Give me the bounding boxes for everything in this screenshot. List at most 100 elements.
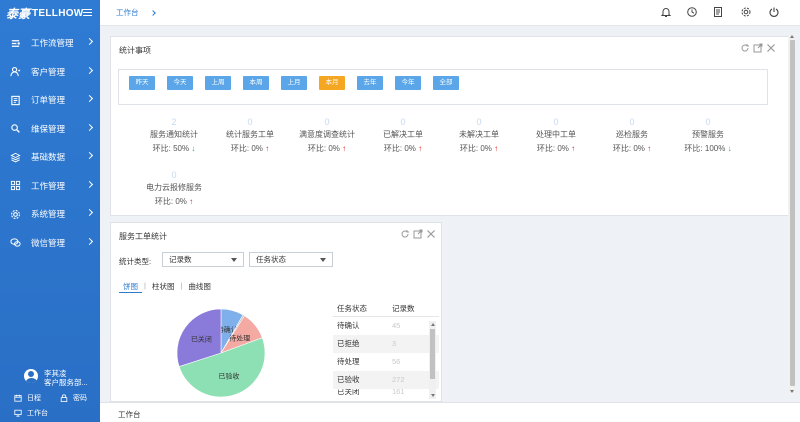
logo-en: TELLHOW <box>32 7 84 19</box>
footer-tab-workbench[interactable]: 工作台 <box>118 409 141 420</box>
external-link-icon[interactable] <box>753 43 763 53</box>
col-count: 记录数 <box>392 304 415 313</box>
filter-last-month[interactable]: 上月 <box>281 76 307 90</box>
stat-value: 0 <box>705 117 711 127</box>
stat-item[interactable]: 0 已解决工单 环比: 0% ↑ <box>363 117 443 154</box>
sidebar-item-maintenance[interactable]: 维保管理 <box>0 115 100 144</box>
stat-item[interactable]: 2 服务通知统计 环比: 50% ↓ <box>134 117 214 154</box>
chevron-right-icon <box>85 208 94 217</box>
scroll-down-icon[interactable] <box>790 390 794 393</box>
tab-bar[interactable]: 柱状图 <box>148 281 179 293</box>
table-header: 任务状态 记录数 <box>333 301 439 317</box>
filter-this-year[interactable]: 今年 <box>395 76 421 90</box>
stat-item[interactable]: 0 电力云报修服务 环比: 0% ↑ <box>134 170 214 207</box>
bell-icon[interactable] <box>660 6 672 18</box>
cell-count: 56 <box>392 357 401 366</box>
table-row[interactable]: 待处理 56 <box>333 353 439 371</box>
stat-ratio: 环比: 50% ↓ <box>134 143 214 154</box>
stat-item[interactable]: 0 统计服务工单 环比: 0% ↑ <box>210 117 290 154</box>
panel-tools <box>397 229 436 239</box>
table-scrollbar[interactable] <box>429 321 436 399</box>
dimension-select-value: 任务状态 <box>256 255 286 264</box>
stat-name: 满意度调查统计 <box>299 130 355 139</box>
filter-this-week[interactable]: 本周 <box>243 76 269 90</box>
close-icon[interactable] <box>766 43 776 53</box>
chevron-right-icon <box>85 94 94 103</box>
filter-yesterday[interactable]: 昨天 <box>129 76 155 90</box>
tab-line[interactable]: 曲线图 <box>184 281 215 293</box>
external-link-icon[interactable] <box>413 229 423 239</box>
pie-label: 已验收 <box>218 371 239 380</box>
breadcrumb-current[interactable]: 工作台 <box>116 7 139 18</box>
filter-this-month[interactable]: 本月 <box>319 76 345 90</box>
scroll-down-icon[interactable] <box>430 394 435 397</box>
cell-count: 3 <box>392 339 397 348</box>
dimension-select[interactable]: 任务状态 <box>249 252 333 267</box>
stat-value: 0 <box>171 170 177 180</box>
scroll-thumb[interactable] <box>430 329 435 379</box>
workbench-label: 工作台 <box>27 410 48 417</box>
menu-toggle-icon[interactable] <box>83 7 92 16</box>
breadcrumb[interactable]: 工作台 <box>116 7 156 18</box>
top-bar: 工作台 <box>100 0 800 26</box>
caret-down-icon <box>320 258 326 262</box>
sidebar-item-label: 基础数据 <box>31 152 66 163</box>
page-scrollbar[interactable] <box>788 34 796 394</box>
stat-value: 2 <box>171 117 177 127</box>
sidebar-item-wechat[interactable]: 微信管理 <box>0 229 100 258</box>
stat-value: 0 <box>400 117 406 127</box>
filter-last-week[interactable]: 上周 <box>205 76 231 90</box>
stat-ratio: 环比: 0% ↑ <box>439 143 519 154</box>
sidebar-item-basic-data[interactable]: 基础数据 <box>0 143 100 172</box>
stat-ratio: 环比: 100% ↓ <box>668 143 748 154</box>
history-icon[interactable] <box>686 6 698 18</box>
stat-item[interactable]: 0 未解决工单 环比: 0% ↑ <box>439 117 519 154</box>
power-icon[interactable] <box>768 6 780 18</box>
monitor-icon <box>14 409 22 417</box>
settings-icon[interactable] <box>740 6 752 18</box>
user-dept: 客户服务部... <box>44 378 88 387</box>
refresh-icon[interactable] <box>400 229 410 239</box>
refresh-icon[interactable] <box>740 43 750 53</box>
panel-tools <box>737 43 776 53</box>
close-icon[interactable] <box>426 229 436 239</box>
table-row[interactable]: 已拒绝 3 <box>333 335 439 353</box>
schedule-link[interactable]: 日程 <box>14 393 41 403</box>
table-row[interactable]: 已验收 272 <box>333 371 439 389</box>
sidebar-item-order[interactable]: 订单管理 <box>0 86 100 115</box>
stat-item[interactable]: 0 处理中工单 环比: 0% ↑ <box>516 117 596 154</box>
sidebar-item-work[interactable]: 工作管理 <box>0 172 100 201</box>
stat-value: 0 <box>629 117 635 127</box>
table-row[interactable]: 待确认 45 <box>333 317 439 335</box>
scroll-up-icon[interactable] <box>790 35 794 38</box>
stat-ratio: 环比: 0% ↑ <box>287 143 367 154</box>
metric-select[interactable]: 记录数 <box>162 252 244 267</box>
stat-item[interactable]: 0 巡检服务 环比: 0% ↑ <box>592 117 672 154</box>
footer-tab-bar: 工作台 <box>100 402 800 422</box>
stat-ratio-text: 环比: 50% <box>152 144 190 153</box>
sidebar-item-customer[interactable]: 客户管理 <box>0 58 100 87</box>
sidebar-item-system[interactable]: 系统管理 <box>0 200 100 229</box>
avatar[interactable] <box>24 369 38 383</box>
workbench-link[interactable]: 工作台 <box>14 408 48 418</box>
password-link[interactable]: 密码 <box>60 393 87 403</box>
document-icon[interactable] <box>712 6 724 18</box>
scroll-thumb[interactable] <box>789 40 795 386</box>
sidebar-item-label: 维保管理 <box>31 123 66 134</box>
cell-count: 272 <box>392 375 405 384</box>
cell-count: 45 <box>392 321 401 330</box>
service-order-panel: 服务工单统计 统计类型: 记录数 任务状态 饼图 | 柱状图 | 曲线图 待确认… <box>110 222 442 402</box>
sidebar-item-label: 客户管理 <box>31 66 66 77</box>
filter-all[interactable]: 全部 <box>433 76 459 90</box>
scroll-up-icon[interactable] <box>430 323 435 326</box>
stat-ratio: 环比: 0% ↑ <box>363 143 443 154</box>
stat-ratio: 环比: 0% ↑ <box>592 143 672 154</box>
table-row[interactable]: 已关闭 161 <box>333 389 439 395</box>
sidebar-item-workflow[interactable]: 工作流管理 <box>0 29 100 58</box>
stat-item[interactable]: 0 预警服务 环比: 100% ↓ <box>668 117 748 154</box>
tab-pie[interactable]: 饼图 <box>119 281 142 293</box>
filter-today[interactable]: 今天 <box>167 76 193 90</box>
filter-last-year[interactable]: 去年 <box>357 76 383 90</box>
stat-item[interactable]: 0 满意度调查统计 环比: 0% ↑ <box>287 117 367 154</box>
stat-ratio: 环比: 0% ↑ <box>210 143 290 154</box>
